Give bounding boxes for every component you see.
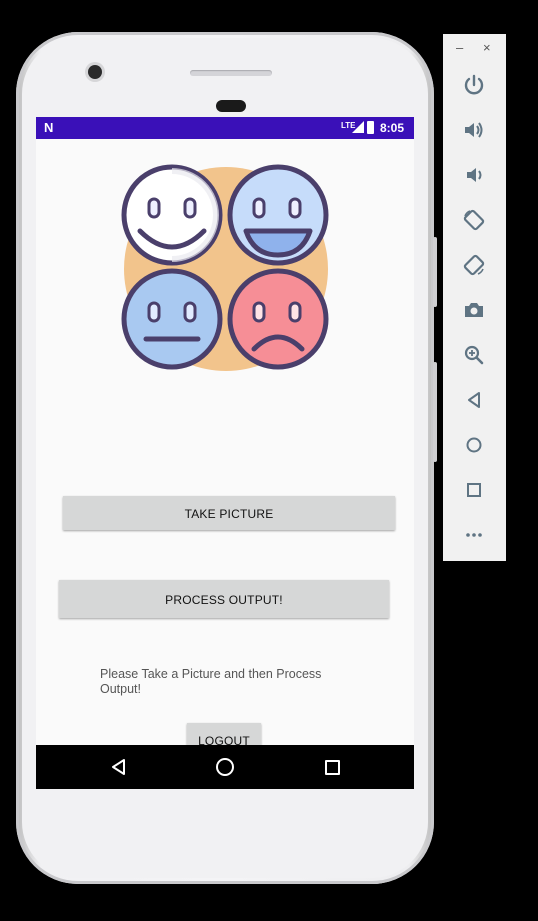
instruction-text: Please Take a Picture and then Process O… bbox=[100, 667, 322, 696]
neutral-face-icon bbox=[121, 268, 223, 370]
clock: 8:05 bbox=[380, 121, 405, 135]
emotion-faces-illustration bbox=[121, 164, 329, 371]
emulator-toolbar: – × bbox=[443, 34, 506, 561]
sad-face-icon bbox=[227, 268, 329, 370]
zoom-icon[interactable] bbox=[462, 343, 486, 367]
back-icon[interactable] bbox=[110, 758, 126, 776]
process-output-button[interactable]: PROCESS OUTPUT! bbox=[59, 580, 389, 618]
camera-icon[interactable] bbox=[462, 298, 486, 322]
close-button[interactable]: × bbox=[483, 40, 491, 55]
take-picture-button[interactable]: TAKE PICTURE bbox=[63, 496, 395, 530]
power-icon[interactable] bbox=[462, 73, 486, 97]
happy-face-icon bbox=[121, 164, 223, 266]
minimize-button[interactable]: – bbox=[456, 40, 463, 55]
side-button bbox=[433, 237, 437, 307]
front-camera bbox=[88, 65, 102, 79]
volume-down-icon[interactable] bbox=[462, 163, 486, 187]
back-icon[interactable] bbox=[462, 388, 486, 412]
home-icon[interactable] bbox=[216, 758, 234, 776]
speaker-grill bbox=[190, 70, 272, 76]
status-bar: N LTE 8:05 bbox=[36, 117, 414, 139]
notification-icon: N bbox=[44, 120, 54, 135]
rotate-right-icon[interactable] bbox=[462, 253, 486, 277]
earpiece bbox=[216, 100, 246, 112]
home-icon[interactable] bbox=[462, 433, 486, 457]
recents-icon[interactable] bbox=[325, 760, 340, 775]
side-button bbox=[433, 362, 437, 462]
more-icon[interactable] bbox=[462, 523, 486, 547]
app-screen: N LTE 8:05 TAKE PICTURE PROCESS OUTPUT! … bbox=[36, 117, 414, 789]
overview-icon[interactable] bbox=[462, 478, 486, 502]
battery-icon bbox=[367, 121, 374, 134]
signal-icon bbox=[352, 121, 364, 133]
navigation-bar bbox=[36, 745, 414, 789]
laughing-face-icon bbox=[227, 164, 329, 266]
rotate-left-icon[interactable] bbox=[462, 208, 486, 232]
volume-up-icon[interactable] bbox=[462, 118, 486, 142]
